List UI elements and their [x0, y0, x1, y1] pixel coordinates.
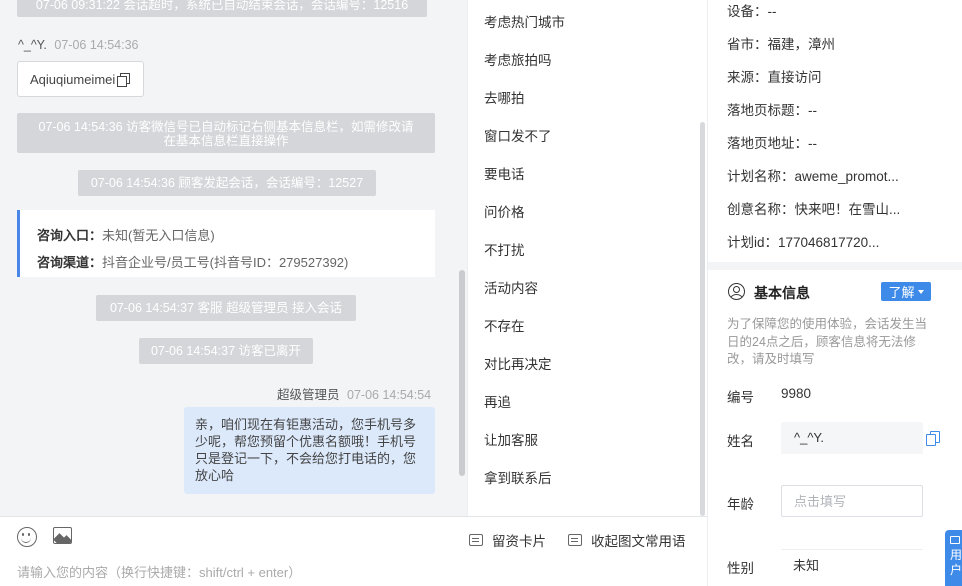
system-message-line: 07-06 14:54:36 访客微信号已自动标记右侧基本信息栏，如需修改请 [38, 120, 414, 134]
lead-card-label: 留资卡片 [492, 534, 546, 549]
system-message-agent-join: 07-06 14:54:37 客服 超级管理员 接入会话 [96, 295, 356, 321]
card-icon [469, 534, 483, 546]
lead-card-button[interactable]: 留资卡片 [469, 530, 546, 550]
visitor-name: ^_^Y. [18, 38, 47, 52]
phrase-item[interactable]: 让加客服 [484, 429, 538, 449]
fold-phrases-button[interactable]: 收起图文常用语 [568, 530, 686, 550]
phrase-icon [568, 534, 582, 546]
phrase-item[interactable]: 窗口发不了 [484, 125, 552, 145]
system-message-visitor-left: 07-06 14:54:37 访客已离开 [139, 338, 313, 364]
visitor-time: 07-06 14:54:36 [54, 38, 139, 52]
consult-channel-label: 咨询渠道： [37, 255, 103, 270]
basic-info-title: 基本信息 [754, 285, 810, 301]
plan-name-field: 计划名称：aweme_promot... [727, 169, 899, 184]
agent-message-line: 只是登记一下，不会给您打电话的，您 [195, 451, 417, 466]
phrase-item[interactable]: 要电话 [484, 163, 525, 183]
floating-user-label: 用户 [950, 548, 962, 577]
caret-down-icon [917, 289, 924, 294]
visitor-message-text: Aqiuqiumeimei [30, 71, 116, 87]
system-message-timeout: 07-06 09:31:22 会话超时，系统已自动结束会话，会话编号：12516 [17, 0, 427, 17]
chat-scrollbar[interactable] [459, 270, 465, 476]
copy-icon[interactable] [117, 73, 131, 87]
landing-url-field: 落地页地址：-- [727, 136, 817, 151]
edit-notice: 为了保障您的使用体验，会话发生当日的24点之后，顾客信息将无法修改，请及时填写 [727, 317, 928, 366]
phrase-item[interactable]: 对比再决定 [484, 353, 552, 373]
consult-channel-row: 咨询渠道：抖音企业号/员工号(抖音号ID：279527392) [37, 249, 435, 276]
consult-entry-label: 咨询入口： [37, 228, 103, 243]
creative-name-field: 创意名称：快来吧！在雪山... [727, 202, 901, 217]
phrase-item[interactable]: 再追 [484, 391, 511, 411]
gender-field[interactable]: 未知 [781, 549, 923, 581]
emoji-icon[interactable] [17, 527, 37, 547]
age-label: 年龄 [727, 497, 754, 512]
section-divider [708, 262, 962, 270]
name-field[interactable]: ^_^Y. [781, 422, 923, 454]
fold-phrases-label: 收起图文常用语 [591, 534, 686, 549]
phrase-item[interactable]: 不存在 [484, 315, 525, 335]
gender-label: 性别 [727, 561, 754, 576]
phrase-item[interactable]: 不打扰 [484, 239, 525, 259]
visitor-sender: ^_^Y. 07-06 14:54:36 [18, 38, 138, 52]
system-message-line: 在基本信息栏直接操作 [163, 134, 289, 148]
system-message-wechat-tag: 07-06 14:54:36 访客微信号已自动标记右侧基本信息栏，如需修改请 在… [17, 113, 435, 153]
landing-title-field: 落地页标题：-- [727, 103, 817, 118]
message-icon [950, 536, 960, 544]
phrase-item[interactable]: 拿到联系后 [484, 467, 552, 487]
phrase-item[interactable]: 去哪拍 [484, 87, 525, 107]
phrase-item[interactable]: 考虑旅拍吗 [484, 49, 552, 69]
agent-message-bubble: 亲，咱们现在有钜惠活动，您手机号多 少呢，帮您预留个优惠名额哦！手机号 只是登记… [184, 407, 435, 494]
copy-icon[interactable] [926, 431, 940, 446]
agent-message-line: 亲，咱们现在有钜惠活动，您手机号多 [195, 417, 417, 432]
consult-info-card: 咨询入口：未知(暂无入口信息) 咨询渠道：抖音企业号/员工号(抖音号ID：279… [17, 210, 435, 277]
learn-more-button[interactable]: 了解 [881, 282, 931, 301]
consult-entry-value: 未知(暂无入口信息) [102, 228, 215, 243]
visitor-message-copy[interactable]: Aqiuqiumeimei [17, 61, 144, 97]
plan-id-field: 计划id：177046817720... [727, 235, 880, 250]
name-label: 姓名 [727, 434, 754, 449]
message-input[interactable] [17, 565, 697, 580]
phrase-item[interactable]: 活动内容 [484, 277, 538, 297]
device-field: 设备：-- [727, 4, 777, 19]
id-value: 9980 [781, 386, 812, 401]
age-input[interactable] [781, 485, 923, 517]
user-circle-icon [728, 283, 745, 300]
agent-message-line: 少呢，帮您预留个优惠名额哦！手机号 [195, 434, 417, 449]
consult-channel-value: 抖音企业号/员工号(抖音号ID：279527392) [102, 255, 349, 270]
agent-sender: 超级管理员 07-06 14:54:54 [277, 384, 431, 403]
phrase-scrollbar[interactable] [700, 122, 705, 516]
phrase-item[interactable]: 考虑热门城市 [484, 11, 565, 31]
floating-user-button[interactable]: 用户 [945, 530, 962, 586]
system-message-session-start: 07-06 14:54:36 顾客发起会话，会话编号：12527 [78, 170, 376, 196]
agent-time: 07-06 14:54:54 [347, 388, 432, 402]
message-input-area: 留资卡片 收起图文常用语 [0, 516, 707, 586]
quick-phrase-list: 考虑热门城市 考虑旅拍吗 去哪拍 窗口发不了 要电话 问价格 不打扰 活动内容 … [467, 0, 707, 516]
agent-message-line: 放心哈 [195, 468, 235, 483]
region-field: 省市：福建，漳州 [727, 37, 835, 52]
image-icon[interactable] [53, 527, 72, 544]
source-field: 来源：直接访问 [727, 70, 822, 85]
consult-entry-row: 咨询入口：未知(暂无入口信息) [37, 222, 435, 249]
learn-more-label: 了解 [888, 285, 915, 300]
id-label: 编号 [727, 390, 754, 405]
customer-info-panel: 设备：-- 省市：福建，漳州 来源：直接访问 落地页标题：-- 落地页地址：--… [707, 0, 962, 586]
agent-name: 超级管理员 [277, 388, 340, 402]
chat-panel: 07-06 09:31:22 会话超时，系统已自动结束会话，会话编号：12516… [0, 0, 467, 516]
phrase-item[interactable]: 问价格 [484, 201, 525, 221]
